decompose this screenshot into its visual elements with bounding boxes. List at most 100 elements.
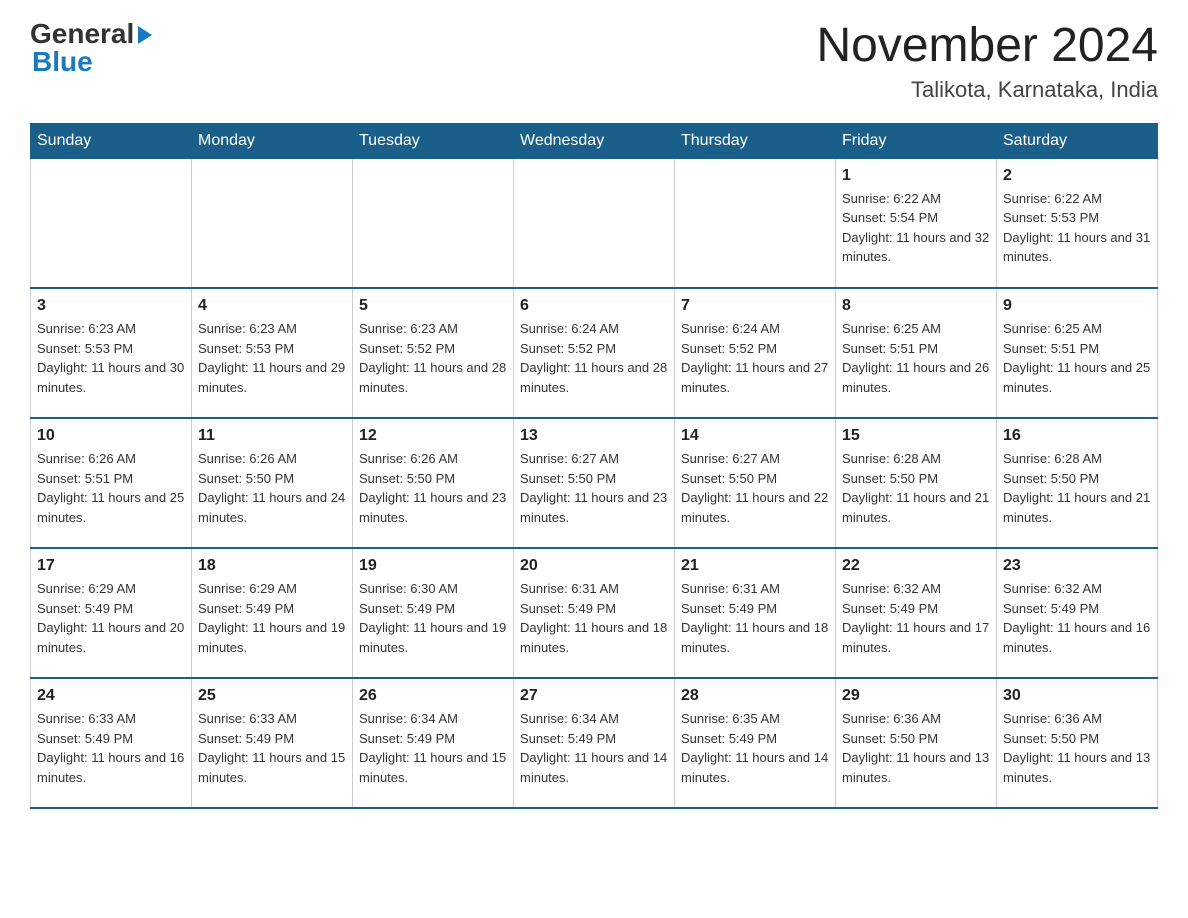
day-number: 9 [1003, 297, 1151, 315]
month-title: November 2024 [816, 20, 1158, 73]
calendar-cell: 17 Sunrise: 6:29 AMSunset: 5:49 PMDayligh… [31, 548, 192, 678]
day-info: Sunrise: 6:36 AMSunset: 5:50 PMDaylight:… [842, 709, 990, 787]
day-info: Sunrise: 6:27 AMSunset: 5:50 PMDaylight:… [520, 449, 668, 527]
day-number: 30 [1003, 687, 1151, 705]
calendar-cell: 15 Sunrise: 6:28 AMSunset: 5:50 PMDayligh… [836, 418, 997, 548]
day-number: 11 [198, 427, 346, 445]
calendar-cell [353, 158, 514, 288]
calendar-cell: 5 Sunrise: 6:23 AMSunset: 5:52 PMDaylight… [353, 288, 514, 418]
calendar-week-1: 1Sunrise: 6:22 AMSunset: 5:54 PMDaylight… [31, 158, 1158, 288]
weekday-header-friday: Friday [836, 123, 997, 158]
calendar-cell: 27Sunrise: 6:34 AMSunset: 5:49 PMDayligh… [514, 678, 675, 808]
day-number: 12 [359, 427, 507, 445]
calendar-cell: 21 Sunrise: 6:31 AMSunset: 5:49 PMDayligh… [675, 548, 836, 678]
day-info: Sunrise: 6:23 AMSunset: 5:52 PMDaylight:… [359, 319, 507, 397]
calendar-cell: 12 Sunrise: 6:26 AMSunset: 5:50 PMDayligh… [353, 418, 514, 548]
day-number: 15 [842, 427, 990, 445]
day-info: Sunrise: 6:23 AMSunset: 5:53 PMDaylight:… [198, 319, 346, 397]
calendar-cell: 13 Sunrise: 6:27 AMSunset: 5:50 PMDayligh… [514, 418, 675, 548]
weekday-header-saturday: Saturday [997, 123, 1158, 158]
location-title: Talikota, Karnataka, India [816, 77, 1158, 103]
title-block: November 2024 Talikota, Karnataka, India [816, 20, 1158, 103]
day-number: 8 [842, 297, 990, 315]
day-number: 4 [198, 297, 346, 315]
calendar-cell: 25Sunrise: 6:33 AMSunset: 5:49 PMDayligh… [192, 678, 353, 808]
calendar-cell: 3 Sunrise: 6:23 AMSunset: 5:53 PMDaylight… [31, 288, 192, 418]
day-info: Sunrise: 6:28 AMSunset: 5:50 PMDaylight:… [842, 449, 990, 527]
day-number: 6 [520, 297, 668, 315]
day-number: 17 [37, 557, 185, 575]
logo-general-text: General [30, 20, 134, 48]
calendar-cell [31, 158, 192, 288]
day-info: Sunrise: 6:24 AMSunset: 5:52 PMDaylight:… [681, 319, 829, 397]
day-info: Sunrise: 6:25 AMSunset: 5:51 PMDaylight:… [842, 319, 990, 397]
day-info: Sunrise: 6:22 AMSunset: 5:53 PMDaylight:… [1003, 189, 1151, 267]
day-number: 13 [520, 427, 668, 445]
calendar-cell: 22Sunrise: 6:32 AMSunset: 5:49 PMDayligh… [836, 548, 997, 678]
calendar-cell [675, 158, 836, 288]
calendar-table: SundayMondayTuesdayWednesdayThursdayFrid… [30, 123, 1158, 810]
day-number: 7 [681, 297, 829, 315]
day-number: 18 [198, 557, 346, 575]
calendar-cell: 24Sunrise: 6:33 AMSunset: 5:49 PMDayligh… [31, 678, 192, 808]
day-info: Sunrise: 6:24 AMSunset: 5:52 PMDaylight:… [520, 319, 668, 397]
day-number: 23 [1003, 557, 1151, 575]
calendar-cell: 2 Sunrise: 6:22 AMSunset: 5:53 PMDaylight… [997, 158, 1158, 288]
calendar-cell: 23Sunrise: 6:32 AMSunset: 5:49 PMDayligh… [997, 548, 1158, 678]
day-info: Sunrise: 6:27 AMSunset: 5:50 PMDaylight:… [681, 449, 829, 527]
calendar-cell: 20 Sunrise: 6:31 AMSunset: 5:49 PMDayligh… [514, 548, 675, 678]
day-info: Sunrise: 6:30 AMSunset: 5:49 PMDaylight:… [359, 579, 507, 657]
calendar-cell: 4 Sunrise: 6:23 AMSunset: 5:53 PMDaylight… [192, 288, 353, 418]
day-number: 14 [681, 427, 829, 445]
day-info: Sunrise: 6:33 AMSunset: 5:49 PMDaylight:… [37, 709, 185, 787]
weekday-header-wednesday: Wednesday [514, 123, 675, 158]
day-number: 10 [37, 427, 185, 445]
day-info: Sunrise: 6:29 AMSunset: 5:49 PMDaylight:… [37, 579, 185, 657]
calendar-cell: 30Sunrise: 6:36 AMSunset: 5:50 PMDayligh… [997, 678, 1158, 808]
day-number: 29 [842, 687, 990, 705]
day-number: 2 [1003, 167, 1151, 185]
day-info: Sunrise: 6:35 AMSunset: 5:49 PMDaylight:… [681, 709, 829, 787]
calendar-cell: 14 Sunrise: 6:27 AMSunset: 5:50 PMDayligh… [675, 418, 836, 548]
calendar-cell: 18 Sunrise: 6:29 AMSunset: 5:49 PMDayligh… [192, 548, 353, 678]
calendar-week-2: 3 Sunrise: 6:23 AMSunset: 5:53 PMDaylight… [31, 288, 1158, 418]
calendar-cell: 16Sunrise: 6:28 AMSunset: 5:50 PMDayligh… [997, 418, 1158, 548]
logo: General Blue [30, 20, 152, 76]
calendar-cell [192, 158, 353, 288]
day-info: Sunrise: 6:31 AMSunset: 5:49 PMDaylight:… [681, 579, 829, 657]
calendar-cell: 26Sunrise: 6:34 AMSunset: 5:49 PMDayligh… [353, 678, 514, 808]
calendar-cell: 19 Sunrise: 6:30 AMSunset: 5:49 PMDayligh… [353, 548, 514, 678]
day-number: 3 [37, 297, 185, 315]
day-info: Sunrise: 6:26 AMSunset: 5:50 PMDaylight:… [359, 449, 507, 527]
day-number: 21 [681, 557, 829, 575]
day-number: 26 [359, 687, 507, 705]
day-info: Sunrise: 6:28 AMSunset: 5:50 PMDaylight:… [1003, 449, 1151, 527]
weekday-header-row: SundayMondayTuesdayWednesdayThursdayFrid… [31, 123, 1158, 158]
day-number: 28 [681, 687, 829, 705]
weekday-header-sunday: Sunday [31, 123, 192, 158]
day-info: Sunrise: 6:22 AMSunset: 5:54 PMDaylight:… [842, 189, 990, 267]
logo-blue-text: Blue [32, 48, 93, 76]
calendar-week-4: 17 Sunrise: 6:29 AMSunset: 5:49 PMDayligh… [31, 548, 1158, 678]
day-info: Sunrise: 6:34 AMSunset: 5:49 PMDaylight:… [520, 709, 668, 787]
calendar-cell: 11Sunrise: 6:26 AMSunset: 5:50 PMDayligh… [192, 418, 353, 548]
weekday-header-thursday: Thursday [675, 123, 836, 158]
day-number: 20 [520, 557, 668, 575]
calendar-cell: 8 Sunrise: 6:25 AMSunset: 5:51 PMDaylight… [836, 288, 997, 418]
day-number: 19 [359, 557, 507, 575]
calendar-cell: 7 Sunrise: 6:24 AMSunset: 5:52 PMDaylight… [675, 288, 836, 418]
page-header: General Blue November 2024 Talikota, Kar… [30, 20, 1158, 103]
calendar-week-3: 10 Sunrise: 6:26 AMSunset: 5:51 PMDayligh… [31, 418, 1158, 548]
calendar-cell: 28 Sunrise: 6:35 AMSunset: 5:49 PMDayligh… [675, 678, 836, 808]
calendar-cell: 9Sunrise: 6:25 AMSunset: 5:51 PMDaylight… [997, 288, 1158, 418]
calendar-week-5: 24Sunrise: 6:33 AMSunset: 5:49 PMDayligh… [31, 678, 1158, 808]
day-number: 25 [198, 687, 346, 705]
logo-arrow-icon [138, 26, 152, 44]
day-number: 5 [359, 297, 507, 315]
day-info: Sunrise: 6:31 AMSunset: 5:49 PMDaylight:… [520, 579, 668, 657]
day-info: Sunrise: 6:23 AMSunset: 5:53 PMDaylight:… [37, 319, 185, 397]
day-info: Sunrise: 6:26 AMSunset: 5:51 PMDaylight:… [37, 449, 185, 527]
calendar-cell: 6 Sunrise: 6:24 AMSunset: 5:52 PMDaylight… [514, 288, 675, 418]
calendar-cell: 29 Sunrise: 6:36 AMSunset: 5:50 PMDayligh… [836, 678, 997, 808]
day-info: Sunrise: 6:29 AMSunset: 5:49 PMDaylight:… [198, 579, 346, 657]
